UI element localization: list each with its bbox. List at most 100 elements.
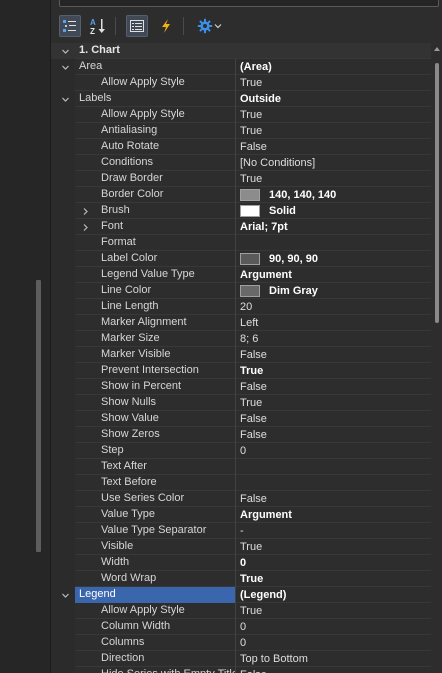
- property-value[interactable]: 0: [236, 635, 431, 651]
- property-value[interactable]: Outside: [236, 91, 431, 107]
- property-value[interactable]: True: [236, 571, 431, 587]
- property-value[interactable]: False: [236, 379, 431, 395]
- property-value[interactable]: 0: [236, 443, 431, 459]
- property-row[interactable]: Label Color 90, 90, 90: [51, 251, 431, 267]
- row-gutter: [51, 107, 75, 123]
- property-value[interactable]: True: [236, 603, 431, 619]
- property-value[interactable]: Arial; 7pt: [236, 219, 431, 235]
- property-row[interactable]: Visible True: [51, 539, 431, 555]
- left-panel-scrollbar[interactable]: [36, 280, 41, 552]
- events-button[interactable]: [155, 15, 177, 37]
- property-value[interactable]: -: [236, 523, 431, 539]
- property-row[interactable]: Marker Size 8; 6: [51, 331, 431, 347]
- property-row[interactable]: Show Value False: [51, 411, 431, 427]
- property-value[interactable]: True: [236, 107, 431, 123]
- property-value[interactable]: True: [236, 75, 431, 91]
- property-row[interactable]: Conditions [No Conditions]: [51, 155, 431, 171]
- property-pages-button[interactable]: [126, 15, 148, 37]
- chevron-down-icon[interactable]: [58, 587, 72, 603]
- property-row[interactable]: Text After: [51, 459, 431, 475]
- property-row[interactable]: Word Wrap True: [51, 571, 431, 587]
- property-row[interactable]: Auto Rotate False: [51, 139, 431, 155]
- chevron-right-icon[interactable]: [79, 203, 91, 219]
- property-value[interactable]: 20: [236, 299, 431, 315]
- property-value[interactable]: True: [236, 395, 431, 411]
- property-value[interactable]: 8; 6: [236, 331, 431, 347]
- chevron-down-icon[interactable]: [58, 91, 72, 107]
- property-row[interactable]: Allow Apply Style True: [51, 107, 431, 123]
- property-value[interactable]: True: [236, 363, 431, 379]
- property-grid-scrollbar[interactable]: [431, 43, 442, 673]
- chevron-down-icon[interactable]: [58, 43, 72, 59]
- property-row[interactable]: Legend Value Type Argument: [51, 267, 431, 283]
- property-row[interactable]: Border Color 140, 140, 140: [51, 187, 431, 203]
- property-row[interactable]: Allow Apply Style True: [51, 75, 431, 91]
- property-row[interactable]: Column Width 0: [51, 619, 431, 635]
- property-row[interactable]: Value Type Argument: [51, 507, 431, 523]
- property-row[interactable]: Show Zeros False: [51, 427, 431, 443]
- property-value[interactable]: False: [236, 427, 431, 443]
- property-row[interactable]: Line Length 20: [51, 299, 431, 315]
- property-row[interactable]: Hide Series with Empty Title False: [51, 667, 431, 673]
- property-row[interactable]: Labels Outside: [51, 91, 431, 107]
- property-value[interactable]: Argument: [236, 267, 431, 283]
- property-value[interactable]: False: [236, 411, 431, 427]
- left-dock-panel: [0, 0, 50, 673]
- property-name: Direction: [75, 651, 236, 667]
- property-value[interactable]: 140, 140, 140: [236, 187, 431, 203]
- property-row[interactable]: Use Series Color False: [51, 491, 431, 507]
- property-value[interactable]: [236, 459, 431, 475]
- sort-alphabetical-button[interactable]: A Z: [87, 15, 109, 37]
- property-row[interactable]: Draw Border True: [51, 171, 431, 187]
- property-value[interactable]: 0: [236, 555, 431, 571]
- property-row[interactable]: Marker Visible False: [51, 347, 431, 363]
- property-row[interactable]: Prevent Intersection True: [51, 363, 431, 379]
- property-value[interactable]: (Legend): [236, 587, 431, 603]
- object-selector-field[interactable]: [59, 0, 439, 7]
- chevron-right-icon[interactable]: [79, 219, 91, 235]
- property-value[interactable]: [236, 475, 431, 491]
- property-row[interactable]: Line Color Dim Gray: [51, 283, 431, 299]
- property-value[interactable]: Top to Bottom: [236, 651, 431, 667]
- property-value[interactable]: 90, 90, 90: [236, 251, 431, 267]
- property-value[interactable]: False: [236, 667, 431, 673]
- property-value[interactable]: 0: [236, 619, 431, 635]
- property-row[interactable]: Direction Top to Bottom: [51, 651, 431, 667]
- color-swatch: [240, 205, 260, 217]
- property-row[interactable]: Area (Area): [51, 59, 431, 75]
- chevron-down-icon[interactable]: [58, 59, 72, 75]
- scroll-up-arrow-icon[interactable]: [434, 47, 440, 51]
- settings-dropdown-button[interactable]: [193, 15, 225, 37]
- property-row[interactable]: Legend (Legend): [51, 587, 431, 603]
- property-value[interactable]: False: [236, 491, 431, 507]
- categorized-button[interactable]: [59, 15, 81, 37]
- property-value[interactable]: [No Conditions]: [236, 155, 431, 171]
- property-value[interactable]: Solid: [236, 203, 431, 219]
- property-row[interactable]: Font Arial; 7pt: [51, 219, 431, 235]
- property-value[interactable]: (Area): [236, 59, 431, 75]
- property-value[interactable]: [236, 235, 431, 251]
- property-value[interactable]: True: [236, 123, 431, 139]
- property-row[interactable]: Width 0: [51, 555, 431, 571]
- property-row[interactable]: Show in Percent False: [51, 379, 431, 395]
- category-row[interactable]: 1. Chart: [51, 43, 431, 59]
- property-value[interactable]: Left: [236, 315, 431, 331]
- property-row[interactable]: Text Before: [51, 475, 431, 491]
- scrollbar-thumb[interactable]: [435, 63, 439, 323]
- property-row[interactable]: Allow Apply Style True: [51, 603, 431, 619]
- property-row[interactable]: Columns 0: [51, 635, 431, 651]
- row-gutter: [51, 411, 75, 427]
- property-row[interactable]: Antialiasing True: [51, 123, 431, 139]
- property-value[interactable]: False: [236, 347, 431, 363]
- property-value[interactable]: True: [236, 539, 431, 555]
- property-value[interactable]: Argument: [236, 507, 431, 523]
- property-row[interactable]: Value Type Separator -: [51, 523, 431, 539]
- property-row[interactable]: Brush Solid: [51, 203, 431, 219]
- property-row[interactable]: Step 0: [51, 443, 431, 459]
- property-row[interactable]: Format: [51, 235, 431, 251]
- property-value[interactable]: True: [236, 171, 431, 187]
- property-value[interactable]: False: [236, 139, 431, 155]
- property-row[interactable]: Show Nulls True: [51, 395, 431, 411]
- property-value[interactable]: Dim Gray: [236, 283, 431, 299]
- property-row[interactable]: Marker Alignment Left: [51, 315, 431, 331]
